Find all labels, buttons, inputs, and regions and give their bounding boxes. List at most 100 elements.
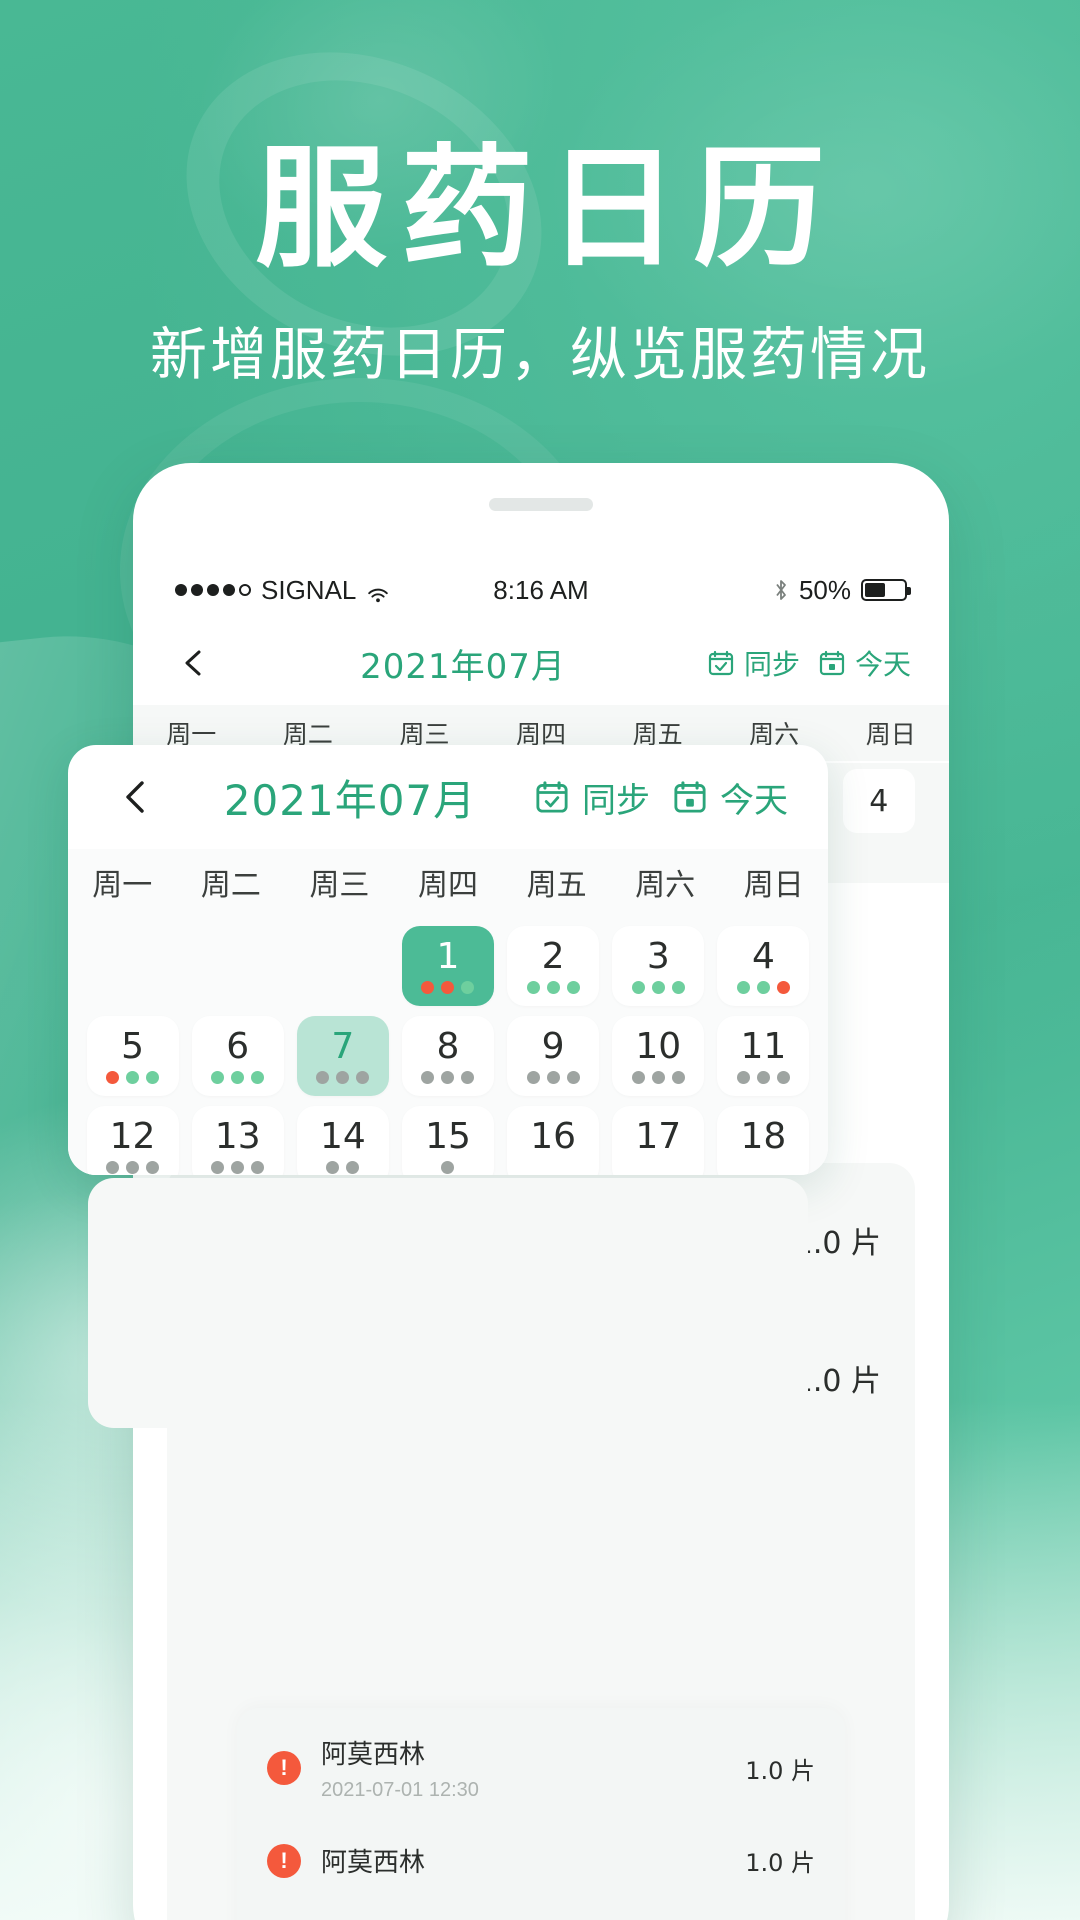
sync-button[interactable]: 同步 — [534, 773, 650, 822]
dose-status-dots — [106, 1070, 160, 1084]
calendar-cell[interactable]: 12 — [80, 1101, 185, 1175]
calendar-cell[interactable]: 11 — [711, 1011, 816, 1101]
calendar-today-icon — [674, 781, 706, 813]
calendar-cell[interactable]: 17 — [606, 1101, 711, 1175]
calendar-cell[interactable]: 3 — [606, 921, 711, 1011]
medication-info: 阿莫西林 — [321, 1842, 725, 1879]
calendar-cell[interactable]: 4 — [822, 763, 935, 883]
calendar-cell[interactable]: 16 — [501, 1101, 606, 1175]
status-bar-left: SIGNAL — [175, 575, 493, 606]
day-box: 13 — [191, 1106, 284, 1175]
page-subtitle: 新增服药日历，纵览服药情况 — [150, 321, 930, 388]
calendar-check-icon — [708, 650, 734, 676]
day-box: 6 — [191, 1016, 284, 1096]
calendar-cell[interactable]: 2 — [501, 921, 606, 1011]
day-box: 12 — [86, 1106, 179, 1175]
dose-status-dots — [106, 1160, 160, 1174]
alert-circle-icon: ! — [267, 1843, 301, 1878]
today-label: 今天 — [854, 648, 911, 681]
medication-name: 阿莫西林 — [321, 1848, 426, 1878]
dose-dot-gray — [421, 1070, 435, 1084]
weekday-label: 周四 — [418, 868, 479, 903]
month-title: 2021年07月 — [360, 646, 566, 687]
dose-dot-green — [251, 1070, 265, 1084]
dose-dot-gray — [326, 1160, 340, 1174]
dose-dot-green — [566, 980, 580, 994]
day-box: 10 — [612, 1016, 705, 1096]
dose-dot-green — [651, 980, 665, 994]
dose-dot-green — [231, 1070, 245, 1084]
calendar-cell[interactable]: 13 — [185, 1101, 290, 1175]
dose-status-dots — [421, 1070, 475, 1084]
wifi-icon — [366, 581, 390, 603]
dose-dot-gray — [106, 1160, 120, 1174]
weekday-label: 周日 — [865, 720, 916, 749]
dose-status-dots — [631, 980, 685, 994]
calendar-cell[interactable]: 9 — [501, 1011, 606, 1101]
dose-dot-gray — [461, 1070, 475, 1084]
weekday-label: 周六 — [635, 868, 696, 903]
dose-dot-gray — [126, 1160, 140, 1174]
alert-circle-icon: ! — [267, 1751, 301, 1785]
page-title: 服药日历 — [255, 132, 839, 286]
calendar-cell[interactable]: 8 — [395, 1011, 500, 1101]
battery-icon — [861, 579, 911, 601]
dose-dot-gray — [526, 1070, 540, 1084]
day-number: 4 — [751, 935, 775, 977]
dose-status-dots — [421, 980, 475, 994]
calendar-cell[interactable]: 5 — [80, 1011, 185, 1101]
calendar-cell[interactable]: 4 — [711, 921, 816, 1011]
calendar-overlay-card: 2021年07月 同步 今天 周一 周二 周三 周四 周五 周六 周日 1 2 … — [68, 745, 828, 1175]
dose-dot-gray — [631, 1070, 645, 1084]
calendar-cell[interactable]: 14 — [290, 1101, 395, 1175]
day-box: 18 — [717, 1106, 810, 1175]
dose-dot-red — [441, 980, 455, 994]
calendar-cell[interactable]: 10 — [606, 1011, 711, 1101]
sync-button[interactable]: 同步 — [707, 643, 800, 683]
day-number: 7 — [331, 1025, 355, 1067]
dose-dot-green — [671, 980, 685, 994]
dose-status-dots — [211, 1160, 265, 1174]
dose-dot-gray — [336, 1070, 350, 1084]
day-number: 15 — [425, 1115, 471, 1157]
sync-label: 同步 — [743, 648, 800, 681]
day-number: 9 — [541, 1025, 565, 1067]
day-box: 8 — [401, 1016, 494, 1096]
day-number: 3 — [646, 935, 670, 977]
today-button[interactable]: 今天 — [818, 643, 911, 683]
dose-dot-gray — [776, 1070, 790, 1084]
weekday-label: 周日 — [743, 868, 804, 903]
day-box: 14 — [296, 1106, 389, 1175]
calendar-cell[interactable]: 1 — [395, 921, 500, 1011]
dose-dot-green — [126, 1070, 140, 1084]
calendar-cell[interactable]: 15 — [395, 1101, 500, 1175]
dose-dot-gray — [566, 1070, 580, 1084]
sync-label: 同步 — [582, 780, 650, 821]
back-arrow-icon[interactable] — [171, 639, 219, 687]
dose-dot-gray — [231, 1160, 245, 1174]
calendar-cell[interactable]: 7 — [290, 1011, 395, 1101]
dose-dot-gray — [356, 1070, 370, 1084]
clock: 8:16 AM — [493, 574, 589, 605]
calendar-cell[interactable]: 18 — [711, 1101, 816, 1175]
day-number: 10 — [635, 1025, 682, 1067]
calendar-check-icon — [536, 781, 568, 813]
back-arrow-icon[interactable] — [108, 768, 166, 826]
medication-row[interactable]: ! 阿莫西林 2021-07-01 12:30 1.0 片 — [237, 1714, 845, 1822]
speaker-bar — [489, 498, 593, 511]
medication-detail-card — [88, 1178, 808, 1428]
medication-row[interactable]: ! 阿莫西林 1.0 片 — [237, 1822, 845, 1899]
dose-dot-gray — [651, 1070, 665, 1084]
day-box — [87, 926, 179, 1006]
day-number: 18 — [740, 1115, 787, 1157]
dose-status-dots — [441, 1160, 455, 1174]
today-button[interactable]: 今天 — [672, 773, 788, 822]
day-number: 6 — [226, 1025, 250, 1067]
month-title: 2021年07月 — [223, 775, 477, 825]
calendar-cell[interactable]: 6 — [185, 1011, 290, 1101]
day-box: 9 — [507, 1016, 600, 1096]
dose-dot-gray — [736, 1070, 750, 1084]
dose-status-dots — [736, 980, 790, 994]
calendar-cell — [80, 921, 185, 1011]
day-box: 3 — [612, 926, 705, 1006]
